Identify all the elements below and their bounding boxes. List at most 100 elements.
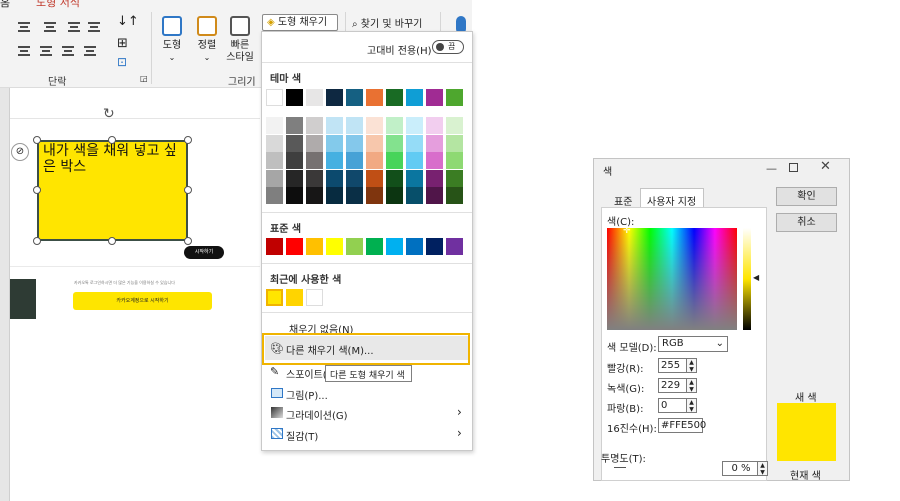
- theme-color-swatch[interactable]: [386, 89, 403, 106]
- dialog-launcher-icon[interactable]: ◲: [140, 74, 148, 83]
- theme-shade-swatch[interactable]: [306, 152, 323, 169]
- color-model-select[interactable]: RGB ⌄: [658, 336, 728, 352]
- theme-shade-swatch[interactable]: [266, 169, 283, 187]
- theme-shade-swatch[interactable]: [446, 117, 463, 134]
- standard-color-swatch[interactable]: [326, 238, 343, 255]
- theme-shade-swatch[interactable]: [326, 187, 343, 204]
- standard-color-swatch[interactable]: [286, 238, 303, 255]
- resize-handle[interactable]: [33, 136, 41, 144]
- blue-spinner[interactable]: ▲ ▼: [686, 398, 697, 413]
- theme-color-swatch[interactable]: [286, 89, 303, 106]
- theme-shade-swatch[interactable]: [446, 134, 463, 152]
- maximize-icon[interactable]: [789, 163, 798, 172]
- shape-fill-button[interactable]: ◈ 도형 채우기 ⌄: [262, 14, 338, 42]
- increase-indent-icon[interactable]: [88, 22, 100, 32]
- texture-item[interactable]: 질감(T): [286, 428, 318, 443]
- resize-handle[interactable]: [184, 237, 192, 245]
- theme-shade-swatch[interactable]: [426, 152, 443, 169]
- tab-shape-format[interactable]: 도형 서식: [36, 0, 80, 10]
- luminance-slider[interactable]: [743, 228, 751, 330]
- theme-shade-swatch[interactable]: [326, 152, 343, 169]
- picture-item[interactable]: 그림(P)...: [286, 387, 328, 402]
- align-left-icon[interactable]: [18, 46, 30, 56]
- theme-color-swatch[interactable]: [426, 89, 443, 106]
- tab-standard[interactable]: 표준: [614, 193, 632, 208]
- resize-handle[interactable]: [108, 136, 116, 144]
- standard-color-swatch[interactable]: [446, 238, 463, 255]
- resize-handle[interactable]: [108, 237, 116, 245]
- theme-shade-swatch[interactable]: [326, 134, 343, 152]
- theme-shade-swatch[interactable]: [406, 134, 423, 152]
- theme-color-swatch[interactable]: [406, 89, 423, 106]
- theme-color-swatch[interactable]: [326, 89, 343, 106]
- transparency-input[interactable]: 0 %: [722, 461, 758, 476]
- theme-shade-swatch[interactable]: [286, 134, 303, 152]
- cancel-button[interactable]: 취소: [776, 213, 837, 232]
- theme-shade-swatch[interactable]: [366, 117, 383, 134]
- theme-shade-swatch[interactable]: [426, 134, 443, 152]
- theme-color-swatch[interactable]: [346, 89, 363, 106]
- align-text-icon[interactable]: ⊞: [117, 36, 128, 51]
- theme-color-swatch[interactable]: [266, 89, 283, 106]
- smartart-icon[interactable]: ⊡: [117, 55, 127, 69]
- find-replace-button[interactable]: ⌕ 찾기 및 바꾸기: [352, 15, 422, 30]
- copilot-icon[interactable]: ⊘: [11, 143, 29, 161]
- color-spectrum[interactable]: [607, 228, 737, 330]
- theme-shade-swatch[interactable]: [406, 117, 423, 134]
- theme-shade-swatch[interactable]: [346, 134, 363, 152]
- standard-color-swatch[interactable]: [346, 238, 363, 255]
- theme-color-swatch[interactable]: [366, 89, 383, 106]
- theme-shade-swatch[interactable]: [326, 117, 343, 134]
- shape-text[interactable]: 내가 색을 채워 넣고 싶은 박스: [43, 143, 188, 175]
- recent-color-swatch[interactable]: [306, 289, 323, 306]
- transparency-slider[interactable]: [614, 467, 626, 468]
- recent-color-swatch[interactable]: [266, 289, 283, 306]
- crosshair-icon[interactable]: ✛: [623, 226, 631, 236]
- red-spinner[interactable]: ▲ ▼: [686, 358, 697, 373]
- standard-color-swatch[interactable]: [266, 238, 283, 255]
- theme-shade-swatch[interactable]: [386, 152, 403, 169]
- theme-shade-swatch[interactable]: [266, 134, 283, 152]
- theme-shade-swatch[interactable]: [406, 187, 423, 204]
- theme-shade-swatch[interactable]: [446, 187, 463, 204]
- theme-shade-swatch[interactable]: [366, 152, 383, 169]
- gradient-item[interactable]: 그라데이션(G): [286, 407, 348, 422]
- standard-color-swatch[interactable]: [426, 238, 443, 255]
- recent-color-swatch[interactable]: [286, 289, 303, 306]
- theme-shade-swatch[interactable]: [386, 187, 403, 204]
- theme-shade-swatch[interactable]: [306, 117, 323, 134]
- align-right-icon[interactable]: [62, 46, 74, 56]
- theme-shade-swatch[interactable]: [306, 187, 323, 204]
- standard-color-swatch[interactable]: [306, 238, 323, 255]
- start-pill-button[interactable]: 시작하기: [184, 246, 224, 259]
- theme-shade-swatch[interactable]: [406, 169, 423, 187]
- resize-handle[interactable]: [184, 186, 192, 194]
- theme-shade-swatch[interactable]: [426, 187, 443, 204]
- theme-shade-swatch[interactable]: [346, 169, 363, 187]
- tab-home[interactable]: 홈: [0, 0, 10, 10]
- theme-shade-swatch[interactable]: [286, 152, 303, 169]
- theme-color-swatch[interactable]: [446, 89, 463, 106]
- quick-style-button[interactable]: 빠른 스타일: [222, 16, 258, 64]
- standard-color-swatch[interactable]: [386, 238, 403, 255]
- kakao-login-button[interactable]: 카카오계정으로 시작하기: [73, 292, 212, 310]
- resize-handle[interactable]: [33, 186, 41, 194]
- shape-button[interactable]: 도형 ⌄: [156, 16, 188, 64]
- text-direction-icon[interactable]: ↓↑: [117, 14, 139, 29]
- arrange-button[interactable]: 정렬 ⌄: [192, 16, 222, 64]
- theme-shade-swatch[interactable]: [366, 134, 383, 152]
- theme-shade-swatch[interactable]: [286, 117, 303, 134]
- bullets-icon[interactable]: [18, 22, 30, 32]
- theme-shade-swatch[interactable]: [366, 169, 383, 187]
- theme-shade-swatch[interactable]: [266, 187, 283, 204]
- theme-shade-swatch[interactable]: [286, 169, 303, 187]
- theme-shade-swatch[interactable]: [286, 187, 303, 204]
- theme-shade-swatch[interactable]: [306, 169, 323, 187]
- green-spinner[interactable]: ▲ ▼: [686, 378, 697, 393]
- theme-shade-swatch[interactable]: [446, 169, 463, 187]
- resize-handle[interactable]: [33, 237, 41, 245]
- ok-button[interactable]: 확인: [776, 187, 837, 206]
- theme-shade-swatch[interactable]: [306, 134, 323, 152]
- justify-icon[interactable]: [84, 46, 96, 56]
- theme-shade-swatch[interactable]: [386, 134, 403, 152]
